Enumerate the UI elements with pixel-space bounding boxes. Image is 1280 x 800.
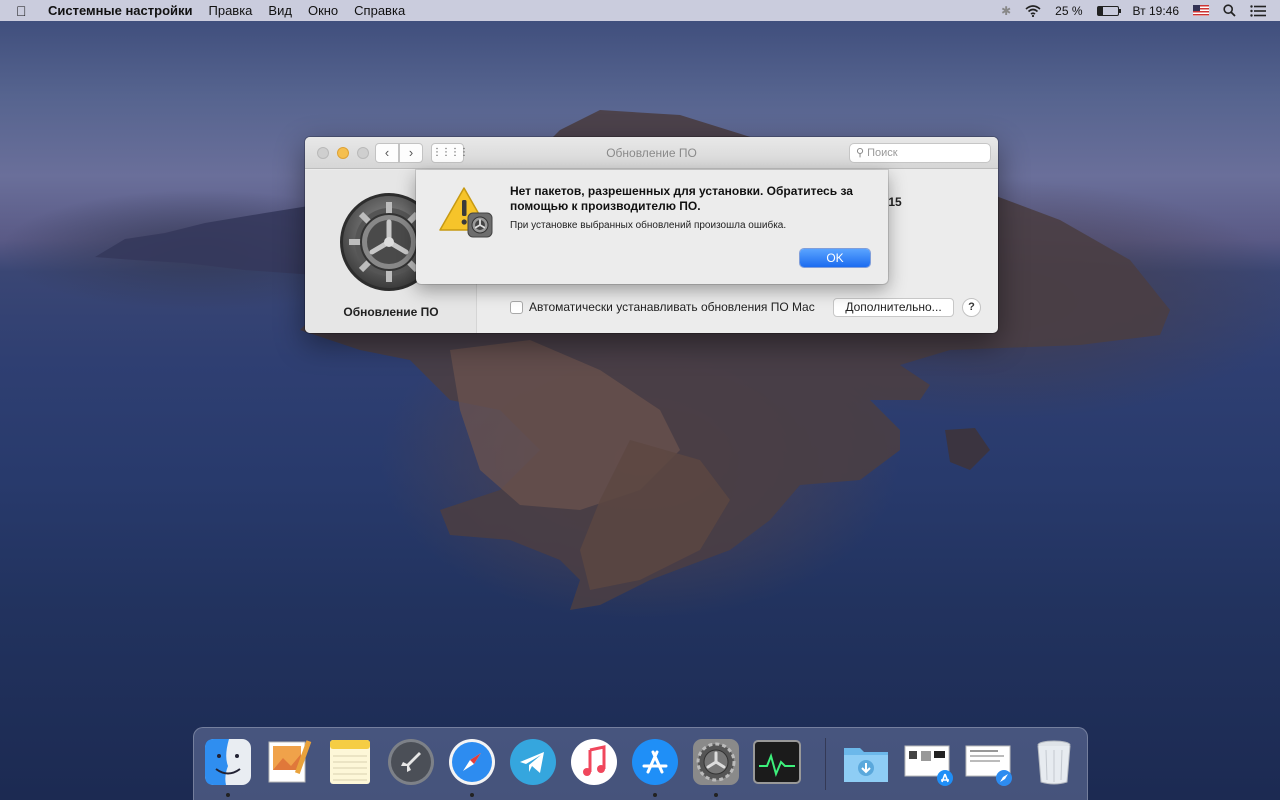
music-icon[interactable]	[568, 736, 620, 788]
trash-icon[interactable]	[1028, 736, 1080, 788]
spotlight-search-icon[interactable]	[1223, 4, 1236, 17]
menu-bar:  Системные настройки Правка Вид Окно Сп…	[0, 0, 1280, 21]
dock-separator	[825, 738, 826, 790]
app-store-running-dot	[653, 793, 657, 797]
alert-title: Нет пакетов, разрешенных для установки. …	[510, 184, 853, 213]
wallpaper-distant-island	[95, 205, 315, 275]
finder-running-dot	[226, 793, 230, 797]
menu-app-name[interactable]: Системные настройки	[48, 3, 193, 18]
screenshot-stack-2-icon[interactable]	[962, 736, 1014, 788]
safari-running-dot	[470, 793, 474, 797]
system-preferences-icon[interactable]	[690, 736, 742, 788]
downloads-folder-icon[interactable]	[840, 736, 892, 788]
search-field[interactable]: ⚲ Поиск	[849, 143, 991, 163]
auto-update-label[interactable]: Автоматически устанавливать обновления П…	[529, 300, 815, 314]
app-store-icon[interactable]	[629, 736, 681, 788]
auto-update-row[interactable]: Автоматически устанавливать обновления П…	[510, 300, 815, 314]
preview-icon[interactable]	[263, 736, 315, 788]
finder-icon[interactable]	[202, 736, 254, 788]
auto-update-checkbox[interactable]	[510, 300, 523, 314]
alert-message: При установке выбранных обновлений произ…	[510, 220, 787, 231]
safari-icon[interactable]	[446, 736, 498, 788]
ok-button[interactable]: OK	[800, 249, 870, 267]
system-preferences-running-dot	[714, 793, 718, 797]
battery-percent[interactable]: 25 %	[1055, 4, 1082, 18]
battery-level	[1097, 6, 1103, 15]
clock[interactable]: Вт 19:46	[1133, 4, 1179, 18]
menu-edit[interactable]: Правка	[209, 3, 253, 18]
menu-window[interactable]: Окно	[308, 3, 338, 18]
menu-help[interactable]: Справка	[354, 3, 405, 18]
battery-icon[interactable]	[1096, 5, 1121, 16]
launchpad-icon[interactable]	[385, 736, 437, 788]
screenshot-stack-1-icon[interactable]	[901, 736, 953, 788]
notes-icon[interactable]	[324, 736, 376, 788]
apple-menu-icon[interactable]: 	[16, 3, 36, 19]
menu-view[interactable]: Вид	[268, 3, 292, 18]
bluetooth-icon[interactable]: ✱	[1001, 4, 1011, 18]
search-placeholder: Поиск	[867, 147, 898, 159]
telegram-icon[interactable]	[507, 736, 559, 788]
advanced-button[interactable]: Дополнительно...	[833, 298, 954, 317]
window-titlebar[interactable]: ‹ › ⋮⋮⋮⋮ Обновление ПО ⚲ Поиск	[305, 137, 998, 169]
input-source-flag-icon[interactable]	[1193, 5, 1209, 16]
warning-icon	[439, 187, 493, 238]
help-button[interactable]: ?	[962, 298, 981, 317]
error-alert-sheet: Нет пакетов, разрешенных для установки. …	[416, 170, 888, 284]
pane-label: Обновление ПО	[343, 305, 439, 319]
dock	[193, 727, 1088, 800]
search-icon: ⚲	[856, 147, 865, 159]
wifi-icon[interactable]	[1025, 4, 1041, 17]
activity-monitor-icon[interactable]	[751, 736, 803, 788]
notification-center-icon[interactable]	[1250, 4, 1266, 17]
